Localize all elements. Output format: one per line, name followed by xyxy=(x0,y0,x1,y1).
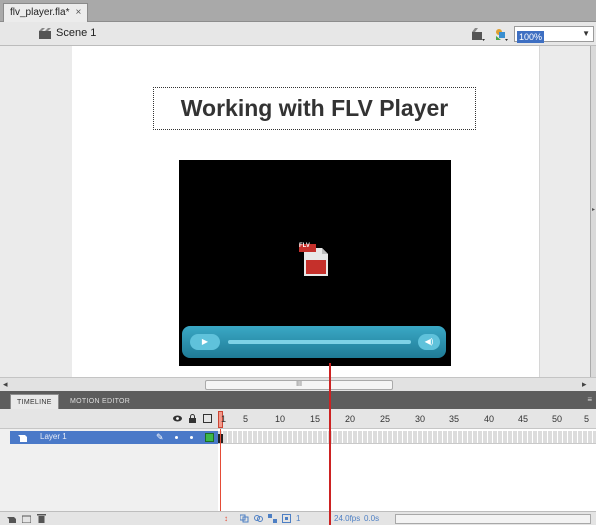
lock-icon[interactable] xyxy=(188,414,197,423)
zoom-dropdown[interactable]: 100% ▼ xyxy=(514,26,594,43)
ruler-tick: 10 xyxy=(275,414,286,424)
layer-icon xyxy=(18,435,27,442)
elapsed-time: 0.0s xyxy=(364,514,380,523)
tab-motion-editor[interactable]: MOTION EDITOR xyxy=(64,394,136,409)
chevron-down-icon[interactable]: ▼ xyxy=(582,29,590,38)
panel-edge[interactable]: ▸ xyxy=(590,46,596,377)
eye-icon[interactable] xyxy=(173,414,182,423)
ruler-tick: 5 xyxy=(243,414,249,424)
play-button[interactable]: ▶ xyxy=(190,334,220,350)
close-tab-icon[interactable]: × xyxy=(75,4,81,22)
delete-layer-icon[interactable] xyxy=(37,514,46,523)
visibility-dot[interactable] xyxy=(175,436,178,439)
flv-playback-component[interactable]: FLV ▶ ◀) xyxy=(179,160,451,366)
ruler-tick: 15 xyxy=(310,414,321,424)
edit-multiple-frames-icon[interactable] xyxy=(268,514,277,523)
current-frame-readout: 1 xyxy=(296,514,301,523)
document-tab-strip: flv_player.fla* × xyxy=(0,0,596,22)
zoom-value: 100% xyxy=(517,31,545,43)
panel-menu-icon[interactable]: ≡ xyxy=(587,395,592,404)
work-area: Working with FLV Player FLV ▶ ◀) xyxy=(0,46,590,377)
layers-pane: Layer 1 ✎ xyxy=(0,429,218,511)
pencil-icon: ✎ xyxy=(156,432,164,442)
ruler-tick: 45 xyxy=(518,414,529,424)
ruler-tick: 40 xyxy=(484,414,495,424)
center-frame-icon[interactable]: ↕ xyxy=(224,514,233,523)
video-control-bar: ▶ ◀) xyxy=(182,326,446,358)
timeline-footer: ↕ 1 24.0fps 0.0s xyxy=(0,511,596,525)
frames-pane xyxy=(218,429,596,511)
collapse-grip-icon[interactable]: ▸ xyxy=(592,206,595,213)
onion-outline-icon[interactable] xyxy=(254,514,263,523)
layer-name[interactable]: Layer 1 xyxy=(40,432,67,441)
edit-bar: Scene 1 100% ▼ xyxy=(0,22,596,46)
ruler-tick: 25 xyxy=(380,414,391,424)
layer-outline-color[interactable] xyxy=(205,433,214,442)
stage[interactable]: Working with FLV Player FLV ▶ ◀) xyxy=(72,46,540,377)
ruler-tick: 50 xyxy=(552,414,563,424)
lock-dot[interactable] xyxy=(190,436,193,439)
layer-frames-row[interactable] xyxy=(218,431,596,444)
edit-symbol-icon[interactable] xyxy=(494,27,509,41)
ruler-tick: 30 xyxy=(415,414,426,424)
scene-clapper-icon xyxy=(39,28,51,39)
document-tab-title: flv_player.fla* xyxy=(10,7,70,18)
onion-skin-icon[interactable] xyxy=(240,514,249,523)
tab-timeline[interactable]: TIMELINE xyxy=(10,394,59,409)
scroll-right-icon[interactable]: ▸ xyxy=(582,379,587,390)
scroll-left-icon[interactable]: ◂ xyxy=(3,379,8,390)
scene-label[interactable]: Scene 1 xyxy=(56,27,96,39)
outline-icon[interactable] xyxy=(203,414,212,423)
layer-row[interactable]: Layer 1 ✎ xyxy=(10,431,218,444)
new-folder-icon[interactable] xyxy=(22,514,31,523)
frame-rate[interactable]: 24.0fps xyxy=(334,514,360,523)
volume-icon[interactable]: ◀) xyxy=(418,334,440,350)
new-layer-icon[interactable] xyxy=(7,514,16,523)
ruler-tick: 1 xyxy=(221,414,227,424)
timeline-panel-tabs: TIMELINE MOTION EDITOR ≡ xyxy=(0,391,596,409)
playhead-line xyxy=(220,429,221,511)
timeline-scrollbar[interactable] xyxy=(395,514,591,524)
seek-bar[interactable] xyxy=(228,340,411,344)
edit-scene-icon[interactable] xyxy=(471,27,486,41)
ruler-tick: 20 xyxy=(345,414,356,424)
flv-label: FLV xyxy=(299,243,310,249)
document-tab[interactable]: flv_player.fla* × xyxy=(3,3,89,22)
ruler-tick: 35 xyxy=(449,414,460,424)
stage-horizontal-scrollbar[interactable]: ◂ III ▸ xyxy=(0,377,596,391)
stage-title-text[interactable]: Working with FLV Player xyxy=(153,87,476,130)
annotation-callout-line xyxy=(329,363,331,525)
scrollbar-thumb[interactable]: III xyxy=(205,380,393,390)
ruler-tick: 5 xyxy=(584,414,590,424)
modify-onion-markers-icon[interactable] xyxy=(282,514,291,523)
timeline-header: 1 5 10 15 20 25 30 35 40 45 50 5 xyxy=(0,409,596,429)
flash-ide-window: flv_player.fla* × Scene 1 100% ▼ Working… xyxy=(0,0,596,525)
